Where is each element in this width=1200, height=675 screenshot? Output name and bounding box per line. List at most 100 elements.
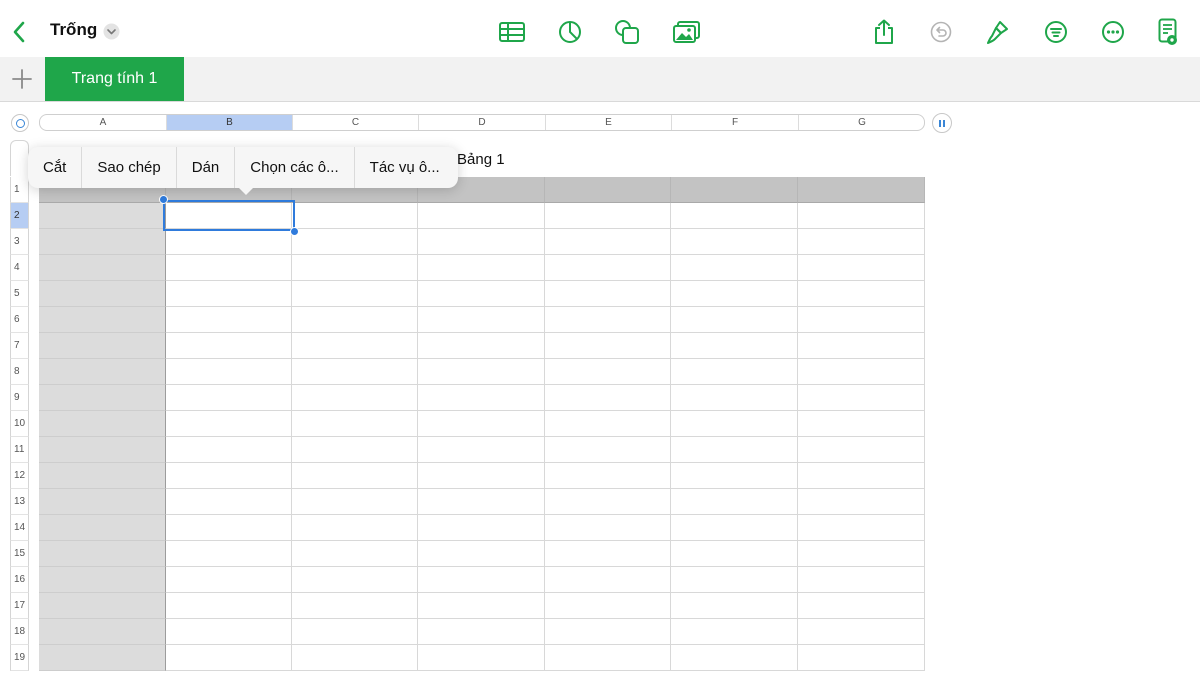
- table-cell-c18[interactable]: [292, 619, 418, 645]
- row-header-5[interactable]: 5: [10, 281, 29, 307]
- table-cell-b9[interactable]: [166, 385, 292, 411]
- table-cell-b8[interactable]: [166, 359, 292, 385]
- table-cell-g8[interactable]: [798, 359, 925, 385]
- table-cell-d13[interactable]: [418, 489, 545, 515]
- table-cell-e11[interactable]: [545, 437, 671, 463]
- table-cell-c8[interactable]: [292, 359, 418, 385]
- table-cell-f5[interactable]: [671, 281, 798, 307]
- table-cell-d19[interactable]: [418, 645, 545, 671]
- table-cell-f13[interactable]: [671, 489, 798, 515]
- table-cell-c2[interactable]: [292, 203, 418, 229]
- table-cell-g18[interactable]: [798, 619, 925, 645]
- column-header-c[interactable]: C: [293, 115, 419, 130]
- table-cell-c11[interactable]: [292, 437, 418, 463]
- column-header-a[interactable]: A: [40, 115, 167, 130]
- copy-menu-item[interactable]: Sao chép: [82, 147, 177, 188]
- row-header-8[interactable]: 8: [10, 359, 29, 385]
- table-cell-e9[interactable]: [545, 385, 671, 411]
- table-cell-f12[interactable]: [671, 463, 798, 489]
- table-cell-a18[interactable]: [39, 619, 166, 645]
- table-cell-d16[interactable]: [418, 567, 545, 593]
- row-header-14[interactable]: 14: [10, 515, 29, 541]
- table-cell-d4[interactable]: [418, 255, 545, 281]
- table-cell-b16[interactable]: [166, 567, 292, 593]
- table-cell-a2[interactable]: [39, 203, 166, 229]
- table-cell-f2[interactable]: [671, 203, 798, 229]
- table-cell-f18[interactable]: [671, 619, 798, 645]
- table-cell-d8[interactable]: [418, 359, 545, 385]
- view-options-button[interactable]: [1157, 18, 1179, 46]
- row-header-12[interactable]: 12: [10, 463, 29, 489]
- table-cell-f1[interactable]: [671, 177, 798, 203]
- table-cell-c5[interactable]: [292, 281, 418, 307]
- more-button[interactable]: [1101, 20, 1125, 44]
- table-cell-g10[interactable]: [798, 411, 925, 437]
- table-cell-g1[interactable]: [798, 177, 925, 203]
- table-cell-e19[interactable]: [545, 645, 671, 671]
- table-cell-c13[interactable]: [292, 489, 418, 515]
- row-header-6[interactable]: 6: [10, 307, 29, 333]
- table-cell-g4[interactable]: [798, 255, 925, 281]
- table-cell-e4[interactable]: [545, 255, 671, 281]
- table-cell-a19[interactable]: [39, 645, 166, 671]
- table-cell-g17[interactable]: [798, 593, 925, 619]
- table-cell-b11[interactable]: [166, 437, 292, 463]
- column-header-g[interactable]: G: [799, 115, 924, 130]
- cell-actions-menu-item[interactable]: Tác vụ ô...: [355, 147, 455, 188]
- insert-chart-button[interactable]: [557, 19, 583, 45]
- row-header-16[interactable]: 16: [10, 567, 29, 593]
- table-cell-a7[interactable]: [39, 333, 166, 359]
- table-cell-f8[interactable]: [671, 359, 798, 385]
- table-cell-e10[interactable]: [545, 411, 671, 437]
- selection-handle-top-left[interactable]: [159, 195, 168, 204]
- back-button[interactable]: [6, 18, 32, 46]
- table-cell-f16[interactable]: [671, 567, 798, 593]
- column-resize-handle[interactable]: [932, 113, 952, 133]
- table-cell-f15[interactable]: [671, 541, 798, 567]
- table-cell-c6[interactable]: [292, 307, 418, 333]
- selection-handle-bottom-right[interactable]: [290, 227, 299, 236]
- add-sheet-button[interactable]: [9, 66, 35, 92]
- share-button[interactable]: [872, 18, 896, 46]
- table-cell-c17[interactable]: [292, 593, 418, 619]
- table-cell-f7[interactable]: [671, 333, 798, 359]
- row-header-17[interactable]: 17: [10, 593, 29, 619]
- table-cell-a8[interactable]: [39, 359, 166, 385]
- table-cell-d18[interactable]: [418, 619, 545, 645]
- table-cell-g12[interactable]: [798, 463, 925, 489]
- table-cell-a14[interactable]: [39, 515, 166, 541]
- column-header-d[interactable]: D: [419, 115, 546, 130]
- table-cell-d7[interactable]: [418, 333, 545, 359]
- table-cell-a13[interactable]: [39, 489, 166, 515]
- table-cell-b12[interactable]: [166, 463, 292, 489]
- table-cell-g15[interactable]: [798, 541, 925, 567]
- table-cell-a6[interactable]: [39, 307, 166, 333]
- table-cell-e16[interactable]: [545, 567, 671, 593]
- table-cell-b14[interactable]: [166, 515, 292, 541]
- insert-shape-button[interactable]: [613, 18, 641, 46]
- table-cell-g7[interactable]: [798, 333, 925, 359]
- table-cell-a12[interactable]: [39, 463, 166, 489]
- table-cell-a5[interactable]: [39, 281, 166, 307]
- table-cell-c7[interactable]: [292, 333, 418, 359]
- row-header-11[interactable]: 11: [10, 437, 29, 463]
- table-cell-e8[interactable]: [545, 359, 671, 385]
- table-cell-e2[interactable]: [545, 203, 671, 229]
- table-cell-e15[interactable]: [545, 541, 671, 567]
- table-cell-b4[interactable]: [166, 255, 292, 281]
- table-cell-f19[interactable]: [671, 645, 798, 671]
- table-cell-g9[interactable]: [798, 385, 925, 411]
- table-cell-c10[interactable]: [292, 411, 418, 437]
- insert-table-button[interactable]: [498, 20, 526, 44]
- table-cell-a17[interactable]: [39, 593, 166, 619]
- table-cell-d3[interactable]: [418, 229, 545, 255]
- table-cell-b15[interactable]: [166, 541, 292, 567]
- row-header-18[interactable]: 18: [10, 619, 29, 645]
- row-header-9[interactable]: 9: [10, 385, 29, 411]
- row-header-7[interactable]: 7: [10, 333, 29, 359]
- column-header-b[interactable]: B: [167, 115, 293, 130]
- table-cell-b19[interactable]: [166, 645, 292, 671]
- table-cell-g6[interactable]: [798, 307, 925, 333]
- row-header-15[interactable]: 15: [10, 541, 29, 567]
- select-table-handle[interactable]: [11, 114, 29, 132]
